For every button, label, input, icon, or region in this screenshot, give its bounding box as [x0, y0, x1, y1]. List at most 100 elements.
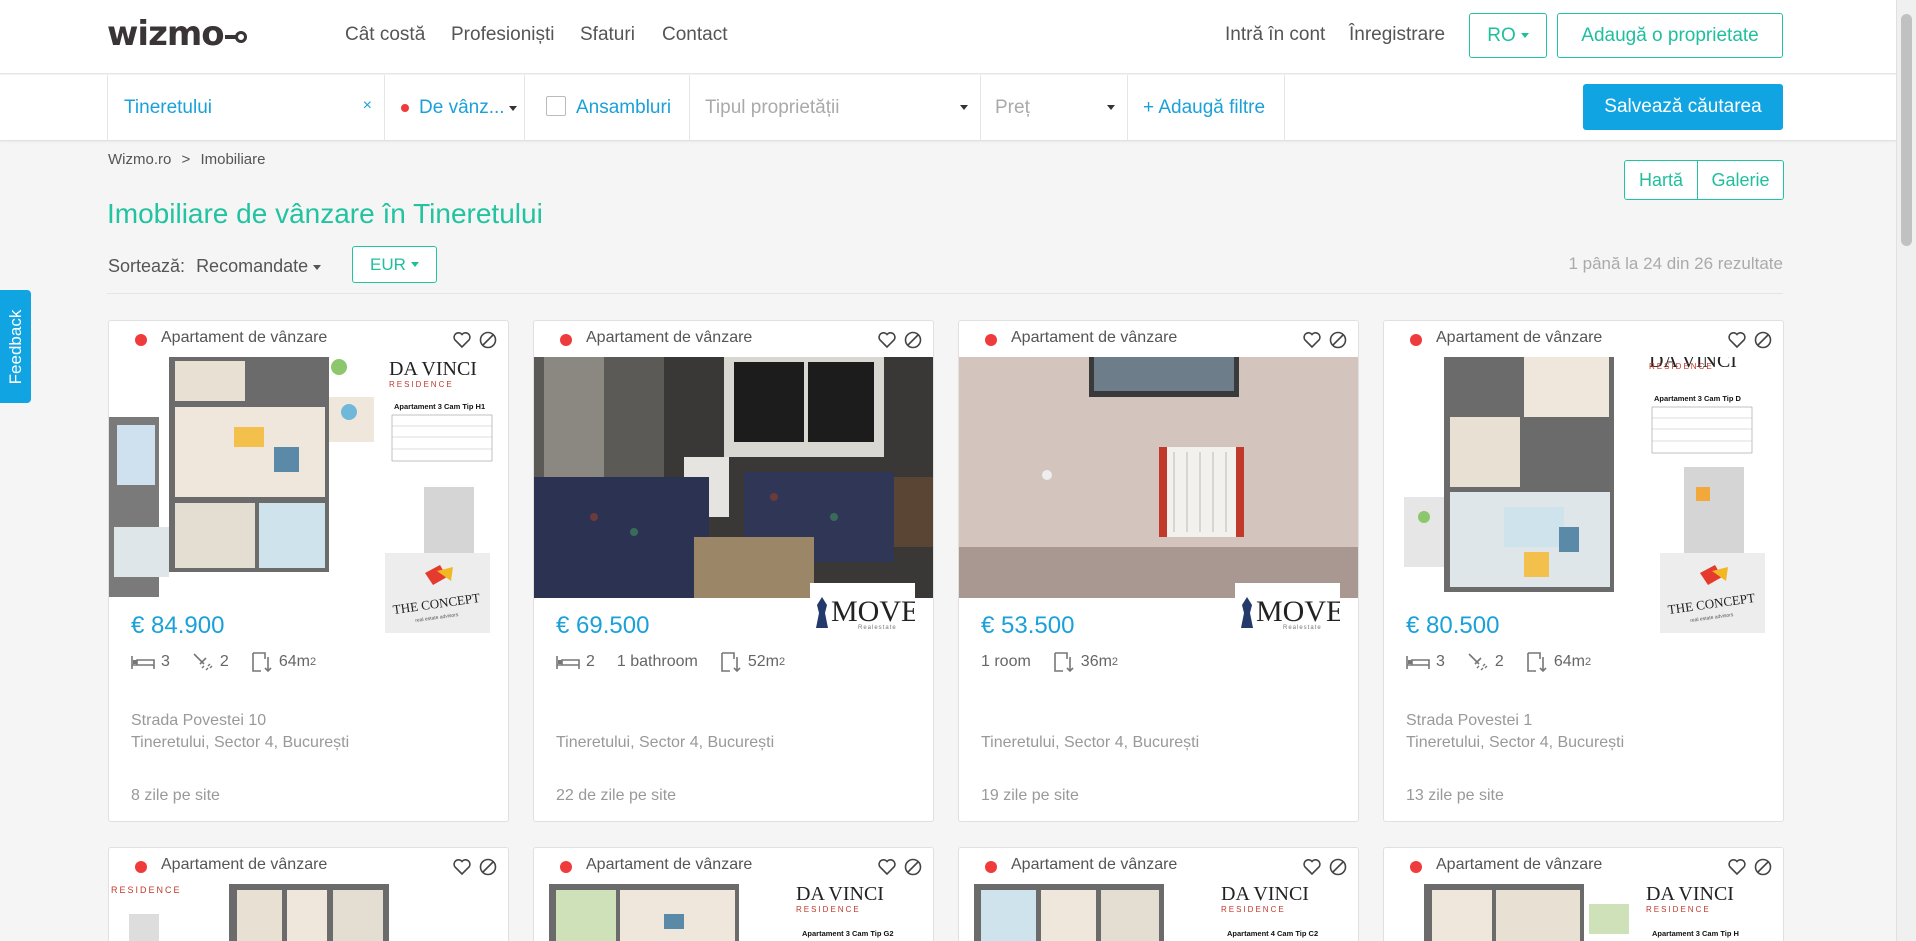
breadcrumb-current: Imobiliare: [200, 151, 266, 168]
page-scrollbar[interactable]: [1896, 0, 1916, 941]
card-header: Apartament de vânzare: [109, 848, 508, 884]
area-icon: [252, 652, 272, 673]
transaction-dropdown[interactable]: De vânz...: [384, 75, 524, 141]
listing-photo-livingroom[interactable]: [534, 357, 933, 598]
listing-photo-floorplan[interactable]: DA VINCI RESIDENCE Apartament 4 Cam Tip …: [959, 884, 1358, 941]
listing-card[interactable]: Apartament de vânzare DA VINCI RESIDENCE…: [958, 847, 1359, 941]
listing-card[interactable]: Apartament de vânzare DA VINCI RESIDENCE…: [533, 847, 934, 941]
area-feature: 36m 2: [1053, 651, 1118, 673]
plan-title-text: Apartament 3 Cam Tip H1: [394, 402, 485, 411]
listing-card[interactable]: Apartament de vânzare DA VINCI RESIDENCE…: [1383, 320, 1784, 822]
location-value: Tineretului: [124, 97, 213, 118]
status-dot-icon: [1410, 861, 1422, 873]
scrollbar-thumb[interactable]: [1901, 14, 1912, 246]
agency-sub-text: Realestate: [858, 625, 897, 631]
listing-card[interactable]: Apartament de vânzare MOVE Realestate € …: [533, 320, 934, 822]
listing-area: Tineretului, Sector 4, București: [981, 734, 1200, 751]
heart-icon[interactable]: [1302, 857, 1322, 877]
hide-icon[interactable]: [1753, 330, 1773, 350]
area-icon: [1053, 652, 1074, 673]
chevron-down-icon: [960, 105, 968, 110]
listing-days: 8 zile pe site: [131, 787, 220, 804]
feedback-tab[interactable]: Feedback: [0, 290, 31, 403]
nav-profesionisti[interactable]: Profesioniști: [451, 24, 555, 46]
location-filter[interactable]: Tineretului ×: [107, 75, 384, 141]
status-dot-icon: [560, 334, 572, 346]
language-dropdown[interactable]: RO: [1469, 13, 1547, 58]
currency-value: EUR: [370, 254, 406, 274]
brand-sub-text: RESIDENCE: [1646, 905, 1711, 914]
status-dot-icon: [985, 861, 997, 873]
plan-title-text: Apartament 4 Cam Tip C2: [1227, 929, 1318, 938]
nav-contact[interactable]: Contact: [662, 24, 727, 46]
price-dropdown[interactable]: Preț: [980, 75, 1127, 141]
bathrooms-count: 2: [1494, 653, 1504, 670]
brand-text: DA VINCI: [1221, 884, 1309, 905]
area-icon: [721, 652, 741, 673]
add-filters-button[interactable]: + Adaugă filtre: [1127, 75, 1285, 141]
hide-icon[interactable]: [1328, 857, 1348, 877]
floorplan-image: DA VINCI RESIDENCE Apartament 3 Cam Tip …: [1384, 884, 1783, 941]
listing-days: 22 de zile pe site: [556, 787, 677, 804]
concept-logo-icon: THE CONCEPT real estate advisors: [1660, 553, 1765, 633]
hide-icon[interactable]: [1753, 857, 1773, 877]
plan-title-text: Apartament 3 Cam Tip H: [1652, 929, 1739, 938]
agency-logo-move: MOVE Realestate: [810, 583, 919, 633]
brand-sub-text: RESIDENCE: [1649, 362, 1714, 371]
checkbox-icon[interactable]: [546, 96, 566, 116]
register-link[interactable]: Înregistrare: [1349, 24, 1445, 46]
listing-card[interactable]: Apartament de vânzare RESIDENCE: [108, 847, 509, 941]
listing-price: € 69.500: [556, 612, 650, 639]
card-header: Apartament de vânzare: [1384, 848, 1783, 884]
results-summary: 1 până la 24 din 26 rezultate: [1568, 254, 1783, 273]
login-link[interactable]: Intră în cont: [1225, 24, 1325, 46]
shower-icon: [1468, 653, 1488, 671]
listing-card[interactable]: Apartament de vânzare MOVE Realestate € …: [958, 320, 1359, 822]
listing-type: Apartament de vânzare: [1011, 329, 1178, 346]
heart-icon[interactable]: [1727, 857, 1747, 877]
hide-icon[interactable]: [903, 330, 923, 350]
rooms-count: 2: [586, 653, 595, 670]
nav-cat-costa[interactable]: Cât costă: [345, 24, 425, 46]
map-view-button[interactable]: Hartă: [1624, 160, 1698, 200]
rooms-feature: 1 room: [981, 653, 1031, 671]
heart-icon[interactable]: [452, 857, 472, 877]
hide-icon[interactable]: [478, 330, 498, 350]
listing-type: Apartament de vânzare: [586, 856, 753, 873]
hide-icon[interactable]: [903, 857, 923, 877]
listing-photo-floorplan[interactable]: DA VINCI RESIDENCE Apartament 3 Cam Tip …: [1384, 884, 1783, 941]
heart-icon[interactable]: [877, 857, 897, 877]
gallery-view-button[interactable]: Galerie: [1697, 160, 1784, 200]
brand-text: DA VINCI: [1646, 884, 1734, 905]
listing-price: € 84.900: [131, 612, 225, 639]
currency-dropdown[interactable]: EUR: [352, 246, 437, 283]
card-header: Apartament de vânzare: [109, 321, 508, 357]
sort-dropdown[interactable]: Recomandate: [196, 256, 322, 276]
listing-photo-floorplan[interactable]: RESIDENCE: [109, 884, 508, 941]
listing-photo-floorplan[interactable]: DA VINCI RESIDENCE Apartament 3 Cam Tip …: [534, 884, 933, 941]
agency-logo-move: MOVE Realestate: [1235, 583, 1344, 633]
listing-card[interactable]: Apartament de vânzare DA VINCI RESIDENCE…: [1383, 847, 1784, 941]
wizmo-logo[interactable]: wizmo: [107, 14, 247, 54]
heart-icon[interactable]: [452, 330, 472, 350]
livingroom-image: [534, 357, 933, 598]
hide-icon[interactable]: [478, 857, 498, 877]
property-type-dropdown[interactable]: Tipul proprietății: [689, 75, 980, 141]
listing-photo-emptyroom[interactable]: [959, 357, 1358, 598]
listing-card[interactable]: Apartament de vânzare DA VINCI RESIDENCE…: [108, 320, 509, 822]
area-feature: 64m 2: [251, 651, 316, 673]
breadcrumb-home[interactable]: Wizmo.ro: [108, 151, 171, 168]
sort-label: Sortează:: [108, 256, 186, 276]
heart-icon[interactable]: [877, 330, 897, 350]
ensembles-checkbox[interactable]: Ansambluri: [524, 75, 689, 141]
transaction-value: De vânz...: [419, 97, 505, 118]
feedback-label: Feedback: [5, 309, 25, 384]
nav-sfaturi[interactable]: Sfaturi: [580, 24, 635, 46]
hide-icon[interactable]: [1328, 330, 1348, 350]
heart-icon[interactable]: [1302, 330, 1322, 350]
save-search-button[interactable]: Salvează căutarea: [1583, 84, 1783, 130]
heart-icon[interactable]: [1727, 330, 1747, 350]
clear-location-icon[interactable]: ×: [363, 97, 372, 115]
listing-type: Apartament de vânzare: [1011, 856, 1178, 873]
add-property-button[interactable]: Adaugă o proprietate: [1557, 13, 1783, 58]
